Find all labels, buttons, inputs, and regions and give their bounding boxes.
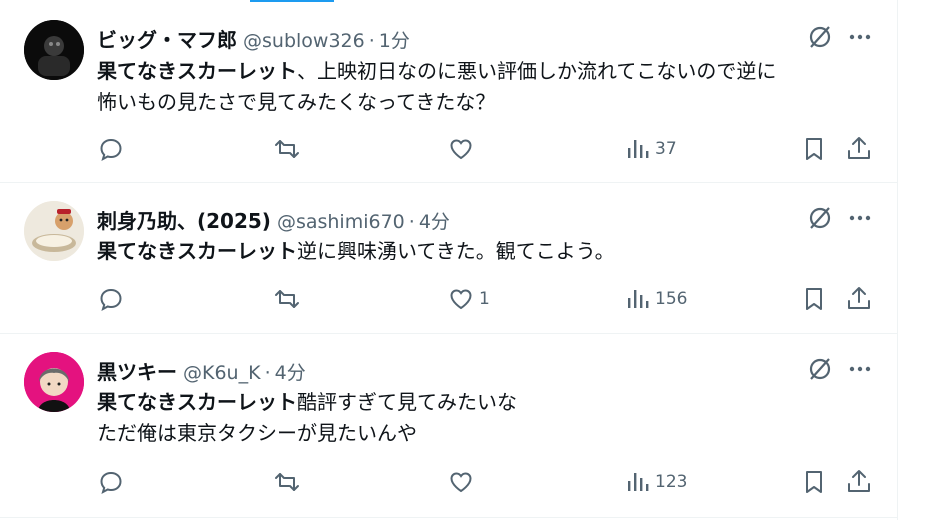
share-button[interactable] [846, 469, 872, 495]
more-options-icon[interactable] [846, 204, 874, 232]
bookmark-button[interactable] [801, 286, 827, 312]
user-handle[interactable]: @sublow326 [243, 30, 365, 52]
bookmark-icon [806, 138, 822, 160]
view-count: 156 [655, 289, 688, 309]
views-button[interactable]: 123 [626, 469, 687, 495]
like-button[interactable] [448, 136, 479, 162]
more-options-icon[interactable] [846, 23, 874, 51]
analytics-icon [628, 473, 649, 491]
tweet-text: 果てなきスカーレット、上映初日なのに悪い評価しか流れてこないので逆に 怖いもの見… [97, 56, 877, 118]
user-handle[interactable]: @sashimi670 [277, 211, 405, 233]
pink-illustration-avatar-icon [24, 352, 84, 412]
analytics-icon [628, 290, 649, 308]
bookmark-button[interactable] [801, 136, 827, 162]
tweet-text-line: 、上映初日なのに悪い評価しか流れてこないので逆に [297, 59, 777, 83]
analytics-icon [628, 140, 649, 158]
share-icon [848, 137, 870, 159]
tweet-header: 刺身乃助、(2025) @sashimi670 · 4分 [97, 205, 450, 234]
separator-dot: · [408, 211, 415, 233]
separator-dot: · [368, 30, 375, 52]
display-name[interactable]: 刺身乃助、(2025) [97, 205, 271, 234]
food-character-avatar-icon [24, 201, 84, 261]
grok-icon[interactable] [806, 23, 834, 51]
display-name[interactable]: ビッグ・マフ郎 [97, 24, 237, 53]
share-icon [848, 470, 870, 492]
movie-title[interactable]: 果てなきスカーレット [97, 390, 297, 414]
bookmark-icon [806, 471, 822, 493]
movie-title[interactable]: 果てなきスカーレット [97, 59, 297, 83]
tweet-text-line: 怖いもの見たさで見てみたくなってきたな？ [97, 90, 496, 114]
reply-icon [100, 138, 122, 161]
reply-button[interactable] [98, 469, 129, 495]
tweet-header: 黒ツキー @K6u_K · 4分 [97, 356, 306, 385]
reply-button[interactable] [98, 136, 129, 162]
tweet-text-line: 酷評すぎて見てみたいな [297, 390, 517, 414]
heart-icon [450, 472, 472, 493]
tweet-text-line: ただ俺は東京タクシーが見たいんや [97, 421, 417, 445]
view-count: 123 [655, 472, 688, 492]
view-count: 37 [655, 139, 677, 159]
display-name[interactable]: 黒ツキー [97, 356, 177, 385]
share-button[interactable] [846, 136, 872, 162]
retweet-button[interactable] [273, 286, 306, 312]
timeline: ビッグ・マフ郎 @sublow326 · 1分 果てなきスカーレット、上映初日な… [0, 0, 897, 520]
bookmark-icon [806, 288, 822, 310]
timestamp[interactable]: 4分 [419, 207, 450, 234]
like-button[interactable] [448, 469, 479, 495]
tweet-text: 果てなきスカーレット逆に興味湧いてきた。観てこよう。 [97, 236, 877, 267]
grok-icon[interactable] [806, 355, 834, 383]
share-button[interactable] [846, 286, 872, 312]
reply-icon [100, 288, 122, 311]
movie-title[interactable]: 果てなきスカーレット [97, 239, 297, 263]
tweet[interactable]: 黒ツキー @K6u_K · 4分 果てなきスカーレット酷評すぎて見てみたいな た… [0, 334, 897, 518]
tweet-text: 果てなきスカーレット酷評すぎて見てみたいな ただ俺は東京タクシーが見たいんや [97, 387, 877, 449]
avatar[interactable] [24, 201, 84, 261]
retweet-icon [275, 473, 299, 491]
dark-photo-avatar-icon [24, 20, 84, 80]
grok-icon[interactable] [806, 204, 834, 232]
views-button[interactable]: 37 [626, 136, 677, 162]
share-icon [848, 287, 870, 309]
tweet[interactable]: 刺身乃助、(2025) @sashimi670 · 4分 果てなきスカーレット逆… [0, 183, 897, 334]
reply-button[interactable] [98, 286, 129, 312]
user-handle[interactable]: @K6u_K [183, 362, 261, 384]
like-count: 1 [479, 289, 490, 309]
retweet-button[interactable] [273, 136, 306, 162]
avatar[interactable] [24, 352, 84, 412]
timestamp[interactable]: 4分 [275, 358, 306, 385]
retweet-button[interactable] [273, 469, 306, 495]
tweet-text-line: 逆に興味湧いてきた。観てこよう。 [297, 239, 615, 263]
tweet-header: ビッグ・マフ郎 @sublow326 · 1分 [97, 24, 410, 53]
heart-icon [450, 289, 472, 310]
views-button[interactable]: 156 [626, 286, 687, 312]
retweet-icon [275, 140, 299, 158]
retweet-icon [275, 290, 299, 308]
separator-dot: · [264, 362, 271, 384]
avatar[interactable] [24, 20, 84, 80]
right-gutter [897, 0, 933, 520]
like-button[interactable]: 1 [448, 286, 490, 312]
bookmark-button[interactable] [801, 469, 827, 495]
reply-icon [100, 471, 122, 494]
more-options-icon[interactable] [846, 355, 874, 383]
timestamp[interactable]: 1分 [379, 26, 410, 53]
heart-icon [450, 139, 472, 160]
tweet[interactable]: ビッグ・マフ郎 @sublow326 · 1分 果てなきスカーレット、上映初日な… [0, 0, 897, 183]
